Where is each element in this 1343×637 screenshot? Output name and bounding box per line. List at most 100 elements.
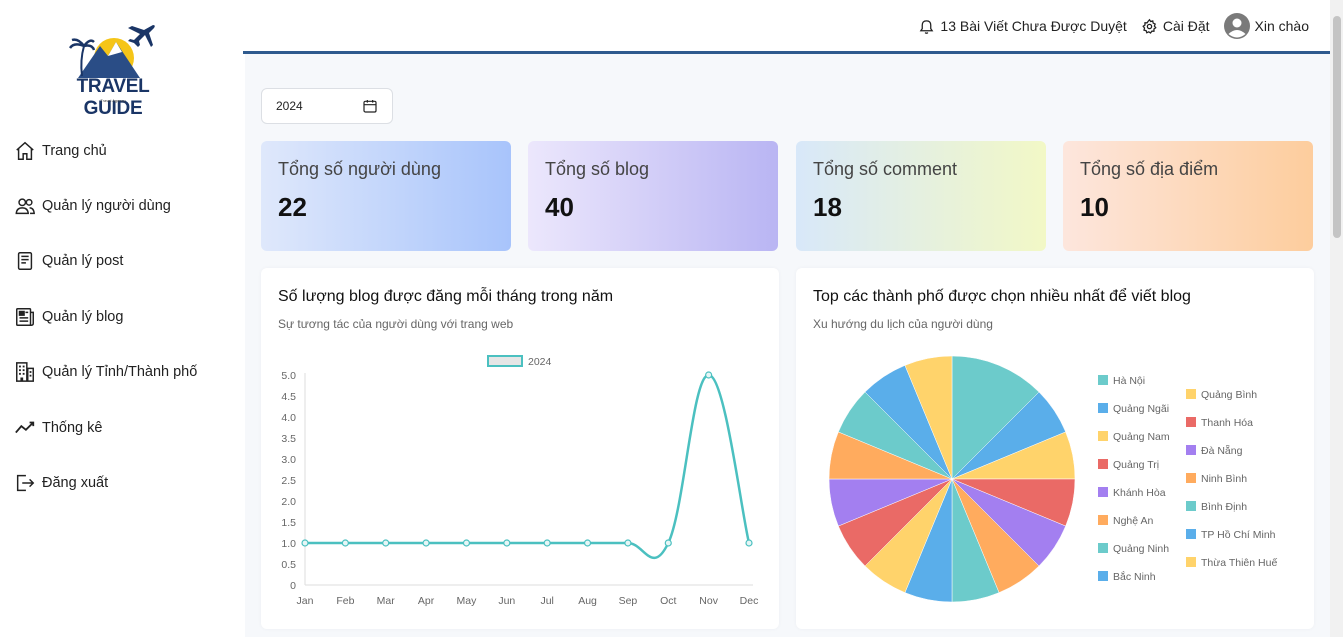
sidebar-item-logout[interactable]: Đăng xuất [14, 470, 108, 496]
stat-card-locations: Tổng số địa điểm 10 [1063, 141, 1313, 251]
legend-swatch [1186, 445, 1196, 455]
y-tick-label: 2.5 [281, 475, 296, 487]
legend-label: 2024 [528, 356, 552, 368]
y-tick-label: 5.0 [281, 370, 296, 382]
legend-swatch [1186, 501, 1196, 511]
data-point [341, 539, 349, 547]
x-tick-label: Oct [660, 595, 676, 607]
y-tick-label: 3.0 [281, 454, 296, 466]
sidebar-item-users[interactable]: Quản lý người dùng [14, 193, 171, 219]
user-menu[interactable]: Xin chào [1223, 13, 1309, 39]
legend-label: Đà Nẵng [1201, 444, 1243, 457]
legend-label: Quảng Bình [1201, 389, 1257, 401]
x-tick-label: Mar [377, 595, 396, 607]
scrollbar-thumb[interactable] [1333, 16, 1341, 238]
x-tick-label: Jun [498, 595, 515, 607]
line-chart-panel: Số lượng blog được đăng mỗi tháng trong … [261, 268, 779, 629]
stat-label: Tổng số blog [545, 159, 650, 179]
x-tick-label: Dec [740, 595, 759, 607]
stat-value: 40 [545, 192, 574, 222]
legend-swatch [1186, 389, 1196, 399]
data-point [422, 539, 430, 547]
top-bar: 13 Bài Viết Chưa Được Duyệt Cài Đặt Xin … [243, 0, 1330, 52]
sidebar-item-label: Thống kê [42, 420, 103, 436]
y-tick-label: 2.0 [281, 496, 296, 508]
y-tick-label: 1.0 [281, 538, 296, 550]
legend-swatch [1098, 515, 1108, 525]
data-point [583, 539, 592, 547]
stat-card-blogs: Tổng số blog 40 [528, 141, 778, 251]
y-tick-label: 4.0 [281, 412, 296, 424]
sidebar-item-label: Trang chủ [42, 143, 107, 159]
settings-label: Cài Đặt [1162, 18, 1210, 34]
stat-label: Tổng số comment [813, 159, 958, 179]
legend-swatch [1186, 417, 1196, 427]
x-tick-label: May [457, 595, 478, 607]
x-tick-label: Aug [578, 595, 597, 607]
stat-value: 10 [1080, 192, 1109, 222]
bell-icon [920, 19, 934, 34]
stat-value: 18 [813, 192, 842, 222]
legend-swatch [1186, 529, 1196, 539]
y-tick-label: 1.5 [281, 517, 296, 529]
calendar-icon [363, 100, 377, 113]
users-icon [15, 198, 35, 215]
logo[interactable]: TRAVEL GUIDE Travel Agency [48, 16, 178, 119]
legend-label: Nghệ An [1113, 515, 1153, 527]
legend-swatch [1098, 431, 1108, 441]
year-value: 2024 [276, 99, 303, 113]
stat-value: 22 [278, 192, 307, 222]
logo-emblem [68, 25, 155, 78]
data-point [624, 539, 632, 547]
sidebar-item-label: Quản lý người dùng [42, 198, 171, 214]
logout-icon [16, 474, 35, 492]
x-tick-label: Nov [699, 595, 718, 607]
legend-swatch [1098, 487, 1108, 497]
sidebar: TRAVEL GUIDE Travel Agency Trang chủ Quả… [0, 0, 243, 637]
data-point [382, 539, 390, 547]
data-point [705, 371, 713, 379]
y-tick-label: 0.5 [281, 559, 296, 571]
x-tick-label: Feb [336, 595, 354, 607]
sidebar-item-provinces[interactable]: Quản lý Tỉnh/Thành phố [14, 359, 197, 385]
line-chart: 2024 0 0.5 1.0 1.5 2.0 2.5 3.0 3.5 4.0 4.5 5.0 Jan Fe… [281, 355, 759, 607]
stat-label: Tổng số địa điểm [1080, 159, 1219, 179]
sidebar-item-label: Đăng xuất [42, 475, 109, 491]
blog-icon [16, 308, 34, 326]
data-point [664, 539, 672, 547]
data-point [462, 539, 471, 547]
legend-label: Ninh Bình [1201, 473, 1247, 485]
pie-chart: Hà Nội Quảng Ngãi Quảng Nam Quảng Trị Khánh … [828, 355, 1277, 603]
sidebar-item-statistics[interactable]: Thống kê [14, 415, 102, 441]
legend-label: Bắc Ninh [1113, 570, 1156, 583]
pie-chart-panel: Top các thành phố được chọn nhiều nhất đ… [796, 268, 1314, 629]
year-picker[interactable]: 2024 [261, 88, 393, 124]
data-point [503, 539, 511, 547]
legend-swatch [1098, 375, 1108, 385]
x-tick-label: Apr [418, 595, 435, 607]
legend-label: Quảng Ngãi [1113, 403, 1169, 415]
page-scrollbar[interactable] [1330, 0, 1343, 637]
stat-label: Tổng số người dùng [278, 159, 441, 179]
sidebar-item-posts[interactable]: Quản lý post [14, 248, 123, 274]
series-line [304, 373, 751, 560]
sidebar-item-label: Quản lý blog [42, 309, 124, 325]
sidebar-item-blogs[interactable]: Quản lý blog [14, 304, 123, 330]
legend-label: Quảng Ninh [1113, 543, 1169, 555]
legend-label: Thanh Hóa [1201, 417, 1253, 429]
legend-swatch [487, 355, 523, 367]
legend-label: Khánh Hòa [1113, 487, 1166, 499]
settings-button[interactable]: Cài Đặt [1141, 18, 1210, 35]
gear-icon [1142, 18, 1157, 34]
avatar [1223, 13, 1250, 39]
notifications-button[interactable]: 13 Bài Viết Chưa Được Duyệt [918, 18, 1127, 35]
post-icon [17, 252, 33, 270]
legend-swatch [1098, 543, 1108, 553]
legend-swatch [1098, 571, 1108, 581]
legend-label: Quảng Nam [1113, 431, 1170, 443]
legend-label: TP Hồ Chí Minh [1201, 529, 1276, 541]
x-tick-label: Sep [619, 595, 638, 607]
sidebar-item-home[interactable]: Trang chủ [14, 138, 107, 164]
notifications-label: 13 Bài Viết Chưa Được Duyệt [940, 18, 1127, 34]
brand-subtitle: Travel Agency [100, 98, 126, 103]
